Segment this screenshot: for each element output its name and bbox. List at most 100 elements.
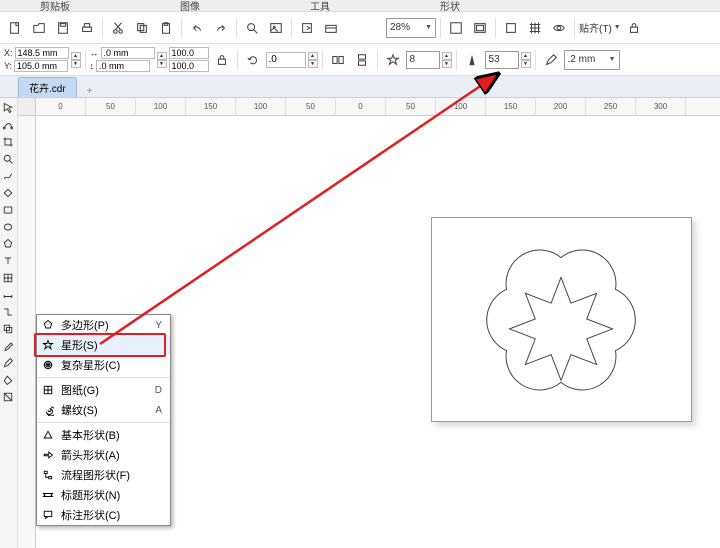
print-button[interactable]	[76, 17, 98, 39]
snap-label[interactable]: 贴齐(T)	[579, 20, 612, 35]
angle-spinner[interactable]: ▲▼	[308, 52, 318, 68]
freehand-tool[interactable]	[0, 168, 16, 184]
zoom-value: 28%	[390, 22, 410, 33]
flyout-graph-paper[interactable]: 图纸(G) D	[37, 380, 170, 400]
height-icon: ↕	[90, 60, 95, 72]
ellipse-tool[interactable]	[0, 219, 16, 235]
shortcut: A	[152, 405, 166, 416]
x-input[interactable]	[15, 47, 69, 59]
outline-tool[interactable]	[0, 355, 16, 371]
property-bar: X: Y: ▲▼ ↔ ↕ ▲▼ ▲▼ 8 ▲▼ 53 ▲▼ .2 mm▼	[0, 44, 720, 76]
standard-toolbar: 28% ▼ 贴齐(T) ▼	[0, 12, 720, 44]
fill-tool[interactable]	[0, 372, 16, 388]
wh-spinner[interactable]: ▲▼	[157, 52, 167, 68]
flyout-spiral[interactable]: 螺纹(S) A	[37, 400, 170, 420]
crop-tool[interactable]	[0, 134, 16, 150]
interactive-fill-tool[interactable]	[0, 389, 16, 405]
document-tabs: 花卉.cdr +	[0, 76, 720, 98]
points-input[interactable]: 8	[406, 51, 440, 69]
spiral-icon	[41, 403, 55, 417]
flyout-callout-shapes[interactable]: 标注形状(C)	[37, 505, 170, 525]
show-grid-button[interactable]	[524, 17, 546, 39]
dimension-tool[interactable]	[0, 287, 16, 303]
sharpness-input[interactable]: 53	[485, 51, 519, 69]
flyout-banner-shapes[interactable]: 标题形状(N)	[37, 485, 170, 505]
flyout-star[interactable]: 星形(S)	[37, 335, 170, 355]
x-label: X:	[4, 47, 13, 59]
flyout-label: 多边形(P)	[61, 317, 109, 333]
save-button[interactable]	[52, 17, 74, 39]
flower-drawing	[432, 218, 691, 421]
effects-tool[interactable]	[0, 321, 16, 337]
width-input[interactable]	[101, 47, 155, 59]
grid-icon	[41, 383, 55, 397]
preview-button[interactable]	[469, 17, 491, 39]
document-tab[interactable]: 花卉.cdr	[18, 77, 77, 97]
flyout-label: 星形(S)	[61, 337, 98, 353]
table-tool[interactable]	[0, 270, 16, 286]
add-tab-button[interactable]: +	[81, 86, 99, 97]
search-button[interactable]	[241, 17, 263, 39]
scalex-input[interactable]	[169, 47, 209, 59]
pick-tool[interactable]	[0, 100, 16, 116]
redo-button[interactable]	[210, 17, 232, 39]
show-rulers-button[interactable]	[500, 17, 522, 39]
ruler-origin[interactable]	[18, 98, 36, 116]
zoom-tool[interactable]	[0, 151, 16, 167]
polygon-tool[interactable]	[0, 236, 16, 252]
lock-icon[interactable]	[623, 17, 645, 39]
flyout-label: 流程图形状(F)	[61, 467, 130, 483]
eyedropper-tool[interactable]	[0, 338, 16, 354]
shape-tool[interactable]	[0, 117, 16, 133]
shortcut: D	[152, 385, 166, 396]
flyout-basic-shapes[interactable]: 基本形状(B)	[37, 425, 170, 445]
rectangle-tool[interactable]	[0, 202, 16, 218]
fullscreen-button[interactable]	[445, 17, 467, 39]
flyout-label: 标注形状(C)	[61, 507, 120, 523]
undo-button[interactable]	[186, 17, 208, 39]
flyout-polygon[interactable]: 多边形(P) Y	[37, 315, 170, 335]
pen-icon	[540, 49, 562, 71]
eye-icon[interactable]	[548, 17, 570, 39]
flyout-arrow-shapes[interactable]: 箭头形状(A)	[37, 445, 170, 465]
publish-button[interactable]	[320, 17, 342, 39]
flyout-label: 箭头形状(A)	[61, 447, 120, 463]
smart-fill-tool[interactable]	[0, 185, 16, 201]
cat-tools: 工具	[310, 0, 330, 13]
horizontal-ruler[interactable]: 05010015010050050100150200250300	[36, 98, 720, 116]
open-doc-button[interactable]	[28, 17, 50, 39]
connector-tool[interactable]	[0, 304, 16, 320]
angle-input[interactable]	[266, 52, 306, 68]
page	[431, 217, 692, 422]
basic-shape-icon	[41, 428, 55, 442]
sharp-spinner[interactable]: ▲▼	[521, 52, 531, 68]
cut-button[interactable]	[107, 17, 129, 39]
chevron-down-icon: ▼	[425, 24, 432, 31]
flyout-label: 复杂星形(C)	[61, 357, 120, 373]
image-button[interactable]	[265, 17, 287, 39]
new-doc-button[interactable]	[4, 17, 26, 39]
scaley-input[interactable]	[169, 60, 209, 72]
toolbox	[0, 98, 18, 548]
outline-width-combo[interactable]: .2 mm▼	[564, 50, 620, 70]
points-spinner[interactable]: ▲▼	[442, 52, 452, 68]
mirror-v-button[interactable]	[351, 49, 373, 71]
sharpness-icon	[461, 49, 483, 71]
y-input[interactable]	[14, 60, 68, 72]
height-input[interactable]	[96, 60, 150, 72]
vertical-ruler[interactable]	[18, 116, 36, 548]
xy-spinner[interactable]: ▲▼	[71, 52, 81, 68]
paste-button[interactable]	[155, 17, 177, 39]
lock-aspect-button[interactable]	[211, 49, 233, 71]
banner-icon	[41, 488, 55, 502]
copy-button[interactable]	[131, 17, 153, 39]
text-tool[interactable]	[0, 253, 16, 269]
cat-shapes: 形状	[440, 0, 460, 13]
star-icon	[41, 338, 55, 352]
mirror-h-button[interactable]	[327, 49, 349, 71]
export-button[interactable]	[296, 17, 318, 39]
complex-star-icon	[41, 358, 55, 372]
flyout-flowchart-shapes[interactable]: 流程图形状(F)	[37, 465, 170, 485]
zoom-combo[interactable]: 28% ▼	[386, 18, 436, 38]
flyout-complex-star[interactable]: 复杂星形(C)	[37, 355, 170, 375]
